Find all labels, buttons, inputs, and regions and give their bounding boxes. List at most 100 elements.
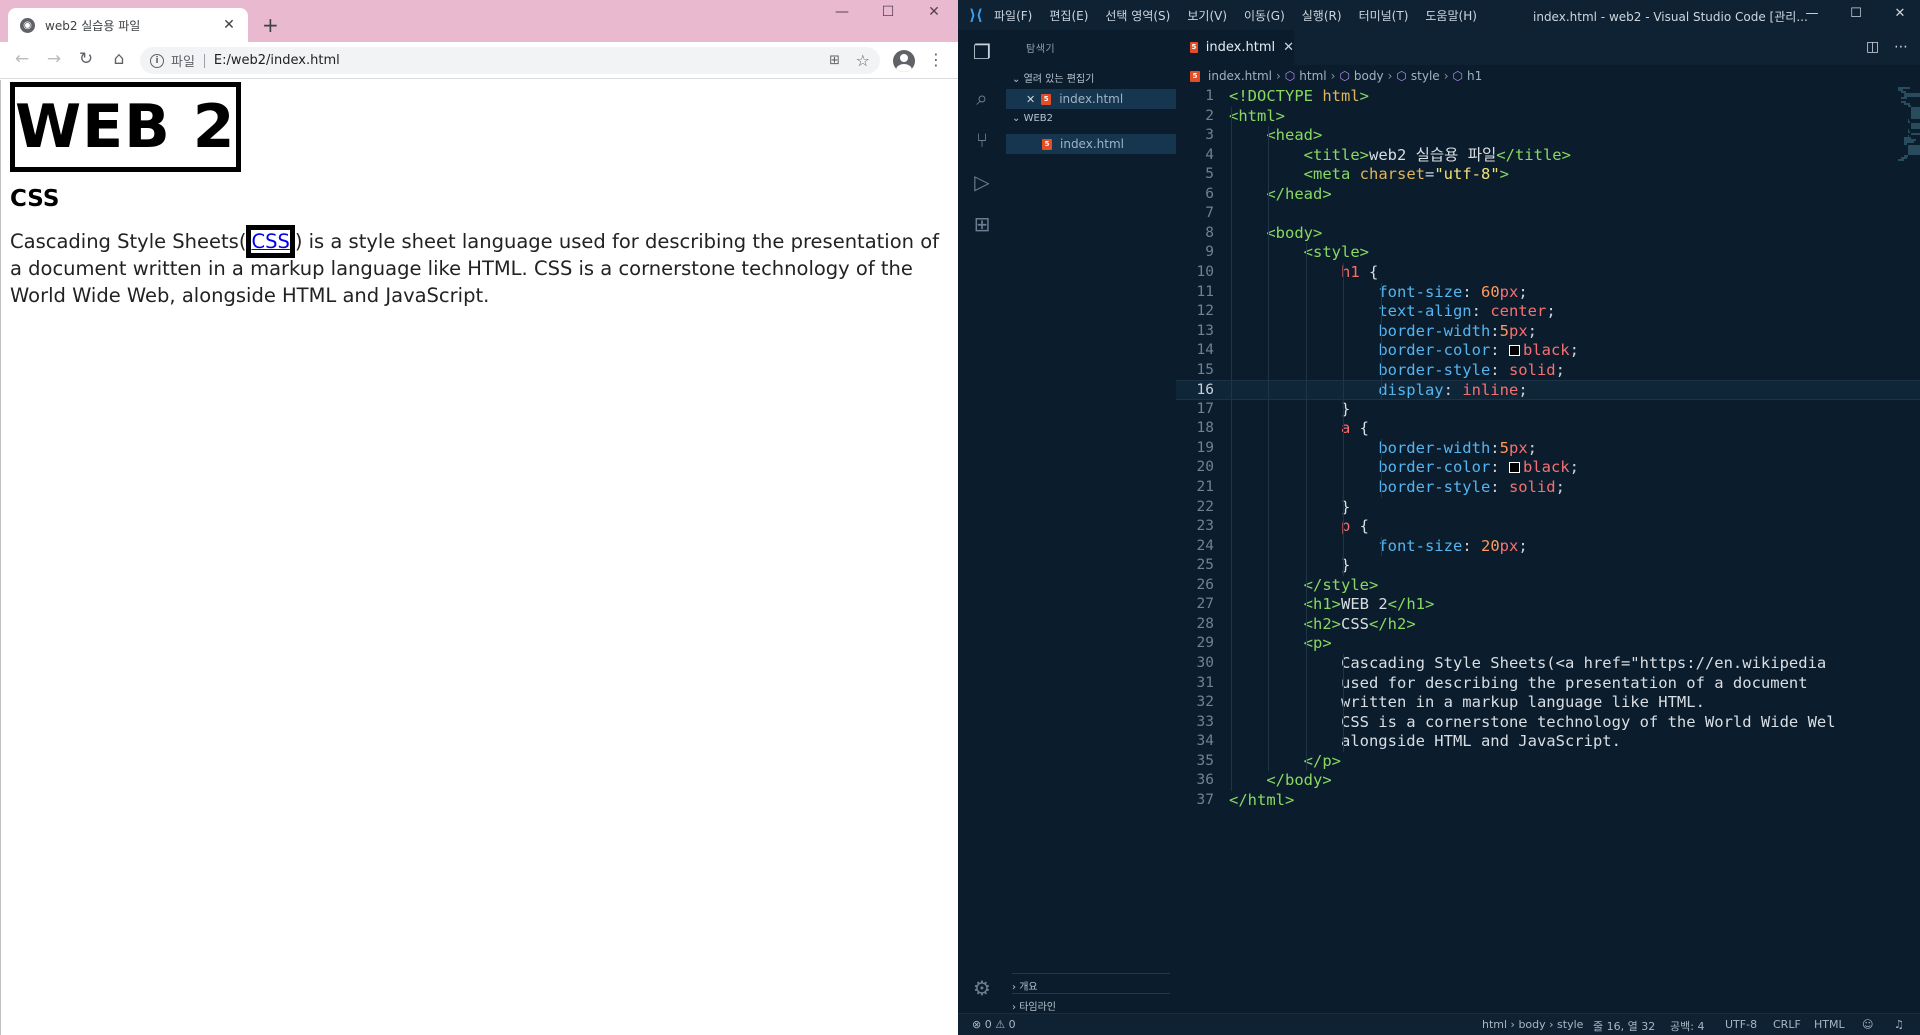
code-line[interactable]: 30 Cascading Style Sheets(<a href="https… xyxy=(1176,654,1920,674)
translate-icon[interactable]: ⊞ xyxy=(829,53,840,68)
code-line[interactable]: 6 </head> xyxy=(1176,185,1920,205)
code-line[interactable]: 14 border-color: black; xyxy=(1176,341,1920,361)
gear-icon[interactable]: ⚙ xyxy=(970,976,994,1000)
reload-icon[interactable]: ↻ xyxy=(74,49,98,69)
cursor-position[interactable]: 줄 16, 열 32 xyxy=(1593,1018,1655,1034)
menu-item[interactable]: 편집(E) xyxy=(1049,7,1088,24)
code-line[interactable]: 23 p { xyxy=(1176,517,1920,537)
more-actions-icon[interactable]: ⋯ xyxy=(1894,39,1908,55)
menu-item[interactable]: 실행(R) xyxy=(1302,7,1342,24)
folder-label: WEB2 xyxy=(1023,113,1053,124)
folder-section[interactable]: ⌄ WEB2 xyxy=(1012,113,1053,124)
bell-icon[interactable]: ♫ xyxy=(1894,1018,1904,1031)
code-line[interactable]: 10 h1 { xyxy=(1176,263,1920,283)
menu-item[interactable]: 선택 영역(S) xyxy=(1105,7,1170,24)
code-line[interactable]: 18 a { xyxy=(1176,419,1920,439)
code-line[interactable]: 11 font-size: 60px; xyxy=(1176,283,1920,303)
code-line[interactable]: 22 } xyxy=(1176,498,1920,518)
minimize-icon[interactable]: — xyxy=(1792,6,1832,21)
code-line[interactable]: 8 <body> xyxy=(1176,224,1920,244)
code-line[interactable]: 2 <html> xyxy=(1176,107,1920,127)
code-line[interactable]: 3 <head> xyxy=(1176,126,1920,146)
code-line[interactable]: 20 border-color: black; xyxy=(1176,458,1920,478)
menu-item[interactable]: 이동(G) xyxy=(1244,7,1285,24)
minimap[interactable] xyxy=(1898,87,1920,167)
css-link[interactable]: CSS xyxy=(246,225,295,258)
code-line[interactable]: 32 written in a markup language like HTM… xyxy=(1176,693,1920,713)
breadcrumb-item[interactable]: style xyxy=(1411,69,1440,83)
code-line[interactable]: 12 text-align: center; xyxy=(1176,302,1920,322)
maximize-icon[interactable]: ☐ xyxy=(868,4,908,20)
menu-item[interactable]: 파일(F) xyxy=(994,7,1032,24)
code-line[interactable]: 13 border-width:5px; xyxy=(1176,322,1920,342)
line-ending[interactable]: CRLF xyxy=(1773,1018,1801,1031)
forward-icon[interactable]: → xyxy=(42,49,66,69)
code-line[interactable]: 7 xyxy=(1176,204,1920,224)
problems-count[interactable]: ⊗ 0 ⚠ 0 xyxy=(972,1018,1016,1031)
close-icon[interactable]: ✕ xyxy=(1026,93,1035,106)
back-icon[interactable]: ← xyxy=(10,49,34,69)
breadcrumb-item[interactable]: index.html xyxy=(1208,69,1272,83)
menu-item[interactable]: 도움말(H) xyxy=(1425,7,1477,24)
code-line[interactable]: 27 <h1>WEB 2</h1> xyxy=(1176,595,1920,615)
close-window-icon[interactable]: ✕ xyxy=(1880,6,1920,21)
browser-tab[interactable]: ◉ web2 실습용 파일 ✕ xyxy=(8,8,248,42)
code-line[interactable]: 15 border-style: solid; xyxy=(1176,361,1920,381)
code-line[interactable]: 16 display: inline; xyxy=(1176,380,1920,400)
new-tab-button[interactable]: + xyxy=(262,13,279,37)
indentation[interactable]: 공백: 4 xyxy=(1670,1018,1704,1034)
encoding[interactable]: UTF-8 xyxy=(1725,1018,1757,1031)
code-line[interactable]: 37 </html> xyxy=(1176,791,1920,811)
home-icon[interactable]: ⌂ xyxy=(107,49,131,69)
more-menu-icon[interactable]: ⋮ xyxy=(928,50,944,69)
language-mode[interactable]: HTML xyxy=(1814,1018,1845,1031)
profile-avatar-icon[interactable] xyxy=(893,50,915,72)
source-control-icon[interactable]: ⑂ xyxy=(970,128,994,152)
code-line[interactable]: 25 } xyxy=(1176,556,1920,576)
breadcrumb-item[interactable]: h1 xyxy=(1467,69,1482,83)
close-tab-icon[interactable]: ✕ xyxy=(218,17,240,33)
run-debug-icon[interactable]: ▷ xyxy=(970,170,994,194)
address-bar[interactable]: i 파일 E:/web2/index.html ⊞ ☆ xyxy=(140,47,880,74)
folder-file-item[interactable]: 5 index.html xyxy=(1006,134,1176,154)
extensions-icon[interactable]: ⊞ xyxy=(970,212,994,236)
close-window-icon[interactable]: ✕ xyxy=(914,4,954,20)
open-editors-section[interactable]: ⌄ 열려 있는 편집기 xyxy=(1012,70,1094,85)
editor-tab[interactable]: 5 index.html ✕ xyxy=(1176,30,1294,65)
menu-item[interactable]: 보기(V) xyxy=(1187,7,1227,24)
bookmark-star-icon[interactable]: ☆ xyxy=(856,51,870,70)
timeline-section[interactable]: › 타임라인 xyxy=(1012,998,1056,1013)
breadcrumb-item[interactable]: html xyxy=(1299,69,1326,83)
code-line[interactable]: 35 </p> xyxy=(1176,752,1920,772)
code-line[interactable]: 36 </body> xyxy=(1176,771,1920,791)
code-line[interactable]: 33 CSS is a cornerstone technology of th… xyxy=(1176,713,1920,733)
code-line[interactable]: 24 font-size: 20px; xyxy=(1176,537,1920,557)
search-icon[interactable]: ⌕ xyxy=(970,86,994,110)
maximize-icon[interactable]: ☐ xyxy=(1836,6,1876,21)
code-line[interactable]: 21 border-style: solid; xyxy=(1176,478,1920,498)
code-line[interactable]: 26 </style> xyxy=(1176,576,1920,596)
code-line[interactable]: 28 <h2>CSS</h2> xyxy=(1176,615,1920,635)
open-editor-item[interactable]: ✕ 5 index.html xyxy=(1006,89,1176,109)
feedback-icon[interactable]: ☺ xyxy=(1862,1018,1873,1031)
split-editor-icon[interactable]: ◫ xyxy=(1866,39,1879,55)
code-line[interactable]: 5 <meta charset="utf-8"> xyxy=(1176,165,1920,185)
close-tab-icon[interactable]: ✕ xyxy=(1283,40,1294,55)
code-line[interactable]: 17 } xyxy=(1176,400,1920,420)
status-path[interactable]: html › body › style xyxy=(1482,1018,1583,1031)
minimize-icon[interactable]: — xyxy=(822,4,862,20)
menu-item[interactable]: 터미널(T) xyxy=(1359,7,1409,24)
breadcrumb-item[interactable]: body xyxy=(1354,69,1384,83)
code-editor[interactable]: 1 <!DOCTYPE html> 2 <html> 3 <head> 4 <title>… xyxy=(1176,87,1920,1013)
code-line[interactable]: 9 <style> xyxy=(1176,243,1920,263)
code-line[interactable]: 1 <!DOCTYPE html> xyxy=(1176,87,1920,107)
info-icon[interactable]: i xyxy=(150,53,164,68)
code-line[interactable]: 34 alongside HTML and JavaScript. xyxy=(1176,732,1920,752)
code-line[interactable]: 31 used for describing the presentation … xyxy=(1176,674,1920,694)
code-line[interactable]: 4 <title>web2 실습용 파일</title> xyxy=(1176,146,1920,166)
outline-section[interactable]: › 개요 xyxy=(1012,978,1038,993)
explorer-icon[interactable]: ❐ xyxy=(970,40,994,64)
code-line[interactable]: 29 <p> xyxy=(1176,634,1920,654)
address-url[interactable]: E:/web2/index.html xyxy=(214,53,340,68)
code-line[interactable]: 19 border-width:5px; xyxy=(1176,439,1920,459)
